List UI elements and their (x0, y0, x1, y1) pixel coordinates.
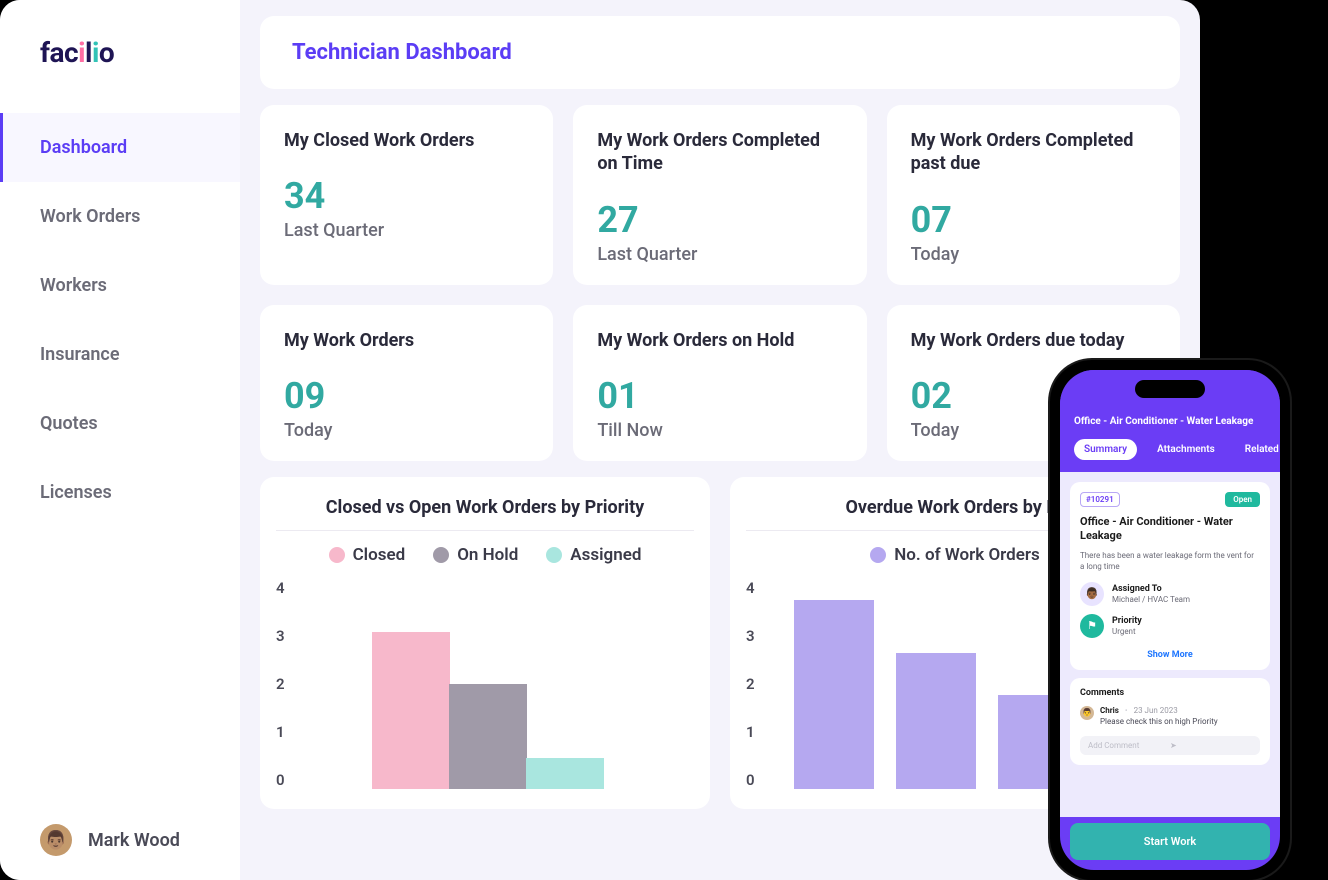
show-more-button[interactable]: Show More (1080, 646, 1260, 660)
flag-icon: ⚑ (1080, 614, 1104, 638)
chart-area: 4 3 2 1 0 (276, 579, 694, 789)
nav-item-dashboard[interactable]: Dashboard (0, 113, 240, 182)
legend-item: Assigned (546, 545, 641, 565)
stat-title: My Work Orders (284, 329, 529, 352)
phone-mockup: Office - Air Conditioner - Water Leakage… (1050, 360, 1290, 880)
nav-item-insurance[interactable]: Insurance (0, 320, 240, 389)
stat-label: Till Now (597, 420, 842, 441)
chart-title: Closed vs Open Work Orders by Priority (276, 497, 694, 518)
stat-title: My Work Orders due today (911, 329, 1156, 352)
work-order-title: Office - Air Conditioner - Water Leakage (1080, 515, 1260, 544)
work-order-card: #10291 Open Office - Air Conditioner - W… (1070, 482, 1270, 670)
legend-item: No. of Work Orders (870, 545, 1039, 565)
phone-title: Office - Air Conditioner - Water Leakage (1074, 416, 1266, 427)
stat-title: My Work Orders on Hold (597, 329, 842, 352)
work-order-desc: There has been a water leakage form the … (1080, 550, 1260, 572)
chart-row: Closed vs Open Work Orders by Priority C… (260, 477, 1180, 809)
phone-tabs: Summary Attachments Related (1074, 439, 1266, 460)
y-axis: 4 3 2 1 0 (276, 579, 285, 789)
swatch (546, 547, 562, 563)
phone-notch (1135, 380, 1205, 398)
chart-closed-vs-open: Closed vs Open Work Orders by Priority C… (260, 477, 710, 809)
tab-related[interactable]: Related (1235, 439, 1280, 460)
nav-item-work-orders[interactable]: Work Orders (0, 182, 240, 251)
send-icon[interactable]: ➤ (1170, 741, 1252, 750)
comments-title: Comments (1080, 688, 1260, 698)
stat-card: My Closed Work Orders 34 Last Quarter (260, 105, 553, 285)
comment: 👨 Chris • 23 Jun 2023 Please check this … (1080, 706, 1260, 726)
stat-label: Last Quarter (284, 220, 529, 241)
swatch (329, 547, 345, 563)
stat-label: Today (284, 420, 529, 441)
stat-label: Last Quarter (597, 244, 842, 265)
user-profile[interactable]: 👨🏽 Mark Wood (0, 824, 240, 856)
stat-grid: My Closed Work Orders 34 Last Quarter My… (260, 105, 1180, 461)
bar (526, 758, 604, 790)
user-name: Mark Wood (88, 830, 180, 851)
stat-title: My Closed Work Orders (284, 129, 529, 152)
bar (449, 684, 527, 789)
chart-legend: Closed On Hold Assigned (276, 545, 694, 565)
status-badge: Open (1225, 492, 1260, 507)
bars (372, 579, 603, 789)
tab-attachments[interactable]: Attachments (1147, 439, 1225, 460)
stat-card: My Work Orders Completed past due 07 Tod… (887, 105, 1180, 285)
nav-item-quotes[interactable]: Quotes (0, 389, 240, 458)
tab-summary[interactable]: Summary (1074, 439, 1137, 460)
bar (794, 600, 874, 789)
bar (372, 632, 450, 790)
stat-title: My Work Orders Completed past due (911, 129, 1156, 176)
comment-input[interactable]: Add Comment ➤ (1080, 736, 1260, 755)
stat-card: My Work Orders on Hold 01 Till Now (573, 305, 866, 461)
y-axis: 4 3 2 1 0 (746, 579, 755, 789)
stat-value: 27 (597, 202, 842, 238)
page-title: Technician Dashboard (292, 40, 1148, 65)
legend-item: Closed (329, 545, 406, 565)
comment-avatar-icon: 👨 (1080, 706, 1094, 720)
phone-body: #10291 Open Office - Air Conditioner - W… (1060, 472, 1280, 817)
nav: Dashboard Work Orders Workers Insurance … (0, 113, 240, 824)
stat-label: Today (911, 244, 1156, 265)
stat-card: My Work Orders 09 Today (260, 305, 553, 461)
logo: facilio (0, 36, 240, 69)
priority-field: ⚑ Priority Urgent (1080, 614, 1260, 638)
stat-value: 07 (911, 202, 1156, 238)
swatch (433, 547, 449, 563)
work-order-id: #10291 (1080, 492, 1120, 507)
stat-card: My Work Orders Completed on Time 27 Last… (573, 105, 866, 285)
stat-value: 01 (597, 378, 842, 414)
sidebar: facilio Dashboard Work Orders Workers In… (0, 0, 240, 880)
legend-item: On Hold (433, 545, 518, 565)
start-work-button[interactable]: Start Work (1070, 823, 1270, 860)
stat-value: 09 (284, 378, 529, 414)
stat-value: 34 (284, 178, 529, 214)
stat-title: My Work Orders Completed on Time (597, 129, 842, 176)
phone-screen: Office - Air Conditioner - Water Leakage… (1060, 370, 1280, 870)
nav-item-workers[interactable]: Workers (0, 251, 240, 320)
swatch (870, 547, 886, 563)
page-header: Technician Dashboard (260, 16, 1180, 89)
bars (794, 579, 1078, 789)
comments-card: Comments 👨 Chris • 23 Jun 2023 Please ch… (1070, 678, 1270, 765)
person-icon: 👨🏾 (1080, 582, 1104, 606)
bar (896, 653, 976, 790)
app-window: facilio Dashboard Work Orders Workers In… (0, 0, 1200, 880)
nav-item-licenses[interactable]: Licenses (0, 458, 240, 527)
assigned-to-field: 👨🏾 Assigned To Michael / HVAC Team (1080, 582, 1260, 606)
divider (276, 530, 694, 531)
avatar: 👨🏽 (40, 824, 72, 856)
